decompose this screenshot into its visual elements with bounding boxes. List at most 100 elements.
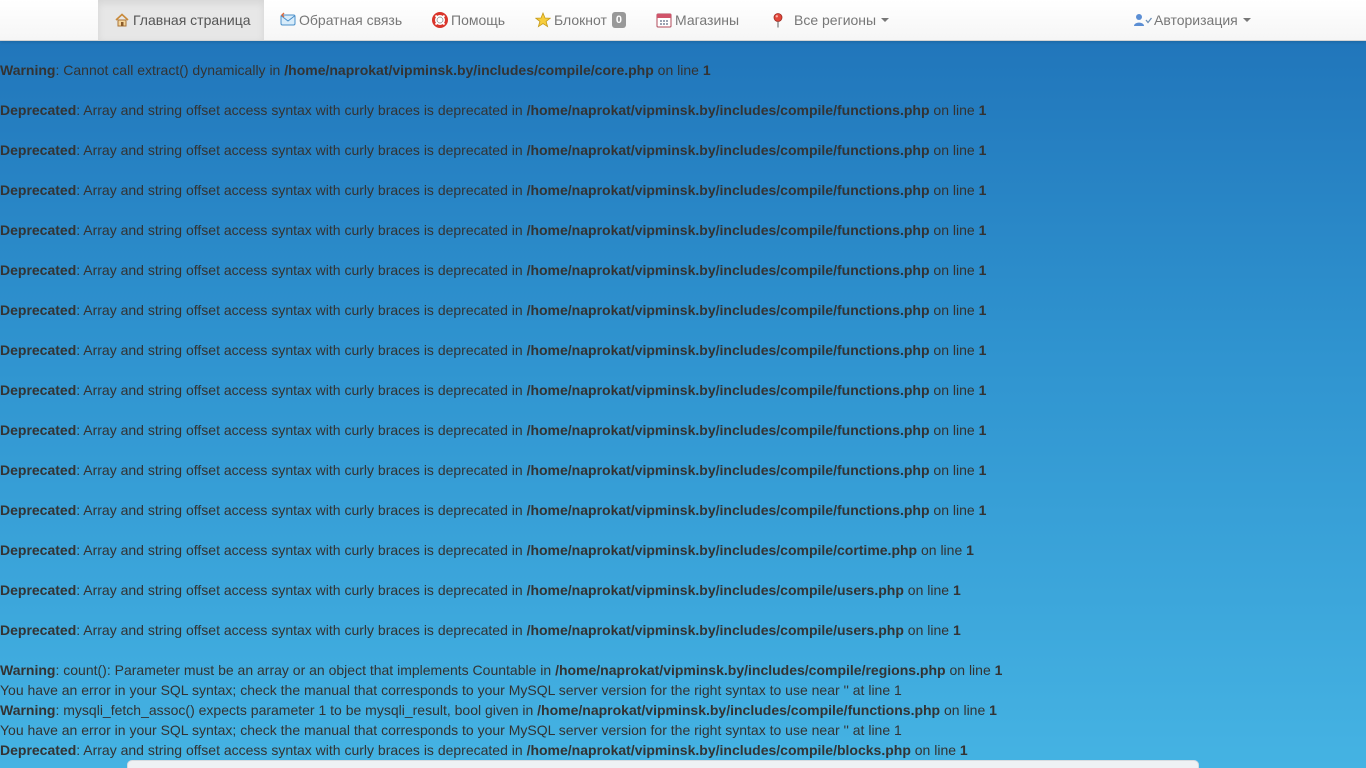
message-type: Deprecated <box>0 462 77 478</box>
message-file: /home/naprokat/vipminsk.by/includes/comp… <box>526 142 930 158</box>
message-on: on line <box>929 342 979 358</box>
message-line: 1 <box>978 102 987 118</box>
message-file: /home/naprokat/vipminsk.by/includes/comp… <box>526 542 918 558</box>
message-text: : Array and string offset access syntax … <box>76 222 527 238</box>
message-line: 1 <box>966 542 974 558</box>
php-message-row: Deprecated: Array and string offset acce… <box>0 220 986 240</box>
message-text: : Array and string offset access syntax … <box>76 382 527 398</box>
message-on: on line <box>929 422 979 438</box>
message-line: 1 <box>989 702 997 718</box>
auth-dropdown[interactable]: Авторизация <box>1133 0 1251 40</box>
php-message-row: Deprecated: Array and string offset acce… <box>0 460 986 480</box>
message-on: on line <box>653 62 703 78</box>
message-text: : Array and string offset access syntax … <box>76 342 527 358</box>
message-file: /home/naprokat/vipminsk.by/includes/comp… <box>526 622 904 638</box>
php-deprecated-blocks: Deprecated: Array and string offset acce… <box>0 740 968 760</box>
message-type: Deprecated <box>0 542 77 558</box>
php-message-row: Deprecated: Array and string offset acce… <box>0 340 986 360</box>
nav-regions-label: Все регионы <box>794 12 877 28</box>
map-pin-icon <box>770 12 786 28</box>
message-type: Warning <box>0 62 56 78</box>
message-text: : mysqli_fetch_assoc() expects parameter… <box>55 702 538 718</box>
message-on: on line <box>940 702 990 718</box>
php-message-row: Deprecated: Array and string offset acce… <box>0 180 986 200</box>
message-type: Deprecated <box>0 222 77 238</box>
php-message-row: Deprecated: Array and string offset acce… <box>0 540 974 560</box>
message-type: Deprecated <box>0 382 77 398</box>
message-line: 1 <box>978 302 987 318</box>
message-text: : Array and string offset access syntax … <box>76 462 527 478</box>
message-file: /home/naprokat/vipminsk.by/includes/comp… <box>526 102 930 118</box>
message-text: : Array and string offset access syntax … <box>76 582 527 598</box>
message-on: on line <box>929 262 979 278</box>
auth-label: Авторизация <box>1154 12 1238 28</box>
php-message-row: Deprecated: Array and string offset acce… <box>0 100 986 120</box>
message-text: : Array and string offset access syntax … <box>76 422 527 438</box>
php-message-row: Warning: Cannot call extract() dynamical… <box>0 60 711 80</box>
home-icon <box>114 12 130 28</box>
message-on: on line <box>929 142 979 158</box>
message-file: /home/naprokat/vipminsk.by/includes/comp… <box>526 582 904 598</box>
nav-home[interactable]: Главная страница <box>98 0 264 40</box>
content-panel-edge <box>127 760 1199 768</box>
message-line: 1 <box>994 662 1003 678</box>
message-text: : Cannot call extract() dynamically in <box>55 62 285 78</box>
php-message-row: Deprecated: Array and string offset acce… <box>0 500 986 520</box>
message-type: Deprecated <box>0 742 77 758</box>
feedback-icon <box>280 12 296 28</box>
message-line: 1 <box>978 462 987 478</box>
nav-feedback-label: Обратная связь <box>299 12 403 28</box>
calendar-icon <box>656 12 672 28</box>
php-message-row: Deprecated: Array and string offset acce… <box>0 620 961 640</box>
message-text: : Array and string offset access syntax … <box>76 102 527 118</box>
php-warning-fetch: Warning: mysqli_fetch_assoc() expects pa… <box>0 700 997 720</box>
message-text: : Array and string offset access syntax … <box>76 262 527 278</box>
message-line: 1 <box>952 622 961 638</box>
message-file: /home/naprokat/vipminsk.by/includes/comp… <box>284 62 654 78</box>
message-type: Deprecated <box>0 142 77 158</box>
sql-error-message: You have an error in your SQL syntax; ch… <box>0 722 902 738</box>
star-icon <box>535 12 551 28</box>
message-type: Warning <box>0 702 56 718</box>
message-line: 1 <box>978 502 987 518</box>
message-on: on line <box>929 302 979 318</box>
message-file: /home/naprokat/vipminsk.by/includes/comp… <box>526 422 930 438</box>
nav-notebook[interactable]: Блокнот 0 <box>535 0 627 40</box>
message-type: Deprecated <box>0 502 77 518</box>
message-line: 1 <box>952 582 961 598</box>
nav-feedback[interactable]: Обратная связь <box>280 0 402 40</box>
sql-error-message: You have an error in your SQL syntax; ch… <box>0 682 902 698</box>
message-text: : Array and string offset access syntax … <box>76 302 527 318</box>
nav-regions-dropdown[interactable]: Все регионы <box>770 0 890 40</box>
message-text: : Array and string offset access syntax … <box>76 622 527 638</box>
message-line: 1 <box>978 142 987 158</box>
message-text: : Array and string offset access syntax … <box>76 182 527 198</box>
message-file: /home/naprokat/vipminsk.by/includes/comp… <box>526 302 930 318</box>
message-on: on line <box>945 662 995 678</box>
message-line: 1 <box>978 382 987 398</box>
message-text: : Array and string offset access syntax … <box>76 502 527 518</box>
message-on: on line <box>929 222 979 238</box>
message-on: on line <box>929 462 979 478</box>
message-file: /home/naprokat/vipminsk.by/includes/comp… <box>537 702 941 718</box>
nav-help[interactable]: Помощь <box>432 0 505 40</box>
php-message-row: Deprecated: Array and string offset acce… <box>0 420 986 440</box>
notebook-count-badge: 0 <box>611 12 627 28</box>
message-type: Deprecated <box>0 182 77 198</box>
nav-notebook-label: Блокнот <box>554 12 607 28</box>
message-line: 1 <box>978 222 987 238</box>
message-line: 1 <box>702 62 711 78</box>
nav-help-label: Помощь <box>451 12 506 28</box>
message-file: /home/naprokat/vipminsk.by/includes/comp… <box>526 382 930 398</box>
chevron-down-icon <box>1242 18 1251 22</box>
message-file: /home/naprokat/vipminsk.by/includes/comp… <box>526 342 930 358</box>
message-file: /home/naprokat/vipminsk.by/includes/comp… <box>526 262 930 278</box>
message-file: /home/naprokat/vipminsk.by/includes/comp… <box>526 502 930 518</box>
top-navbar: Главная страница Обратная связь Помощь Б… <box>0 0 1366 41</box>
message-type: Deprecated <box>0 342 77 358</box>
message-type: Deprecated <box>0 622 77 638</box>
message-on: on line <box>929 502 979 518</box>
nav-shops[interactable]: Магазины <box>656 0 739 40</box>
message-on: on line <box>917 542 967 558</box>
nav-shops-label: Магазины <box>675 12 740 28</box>
